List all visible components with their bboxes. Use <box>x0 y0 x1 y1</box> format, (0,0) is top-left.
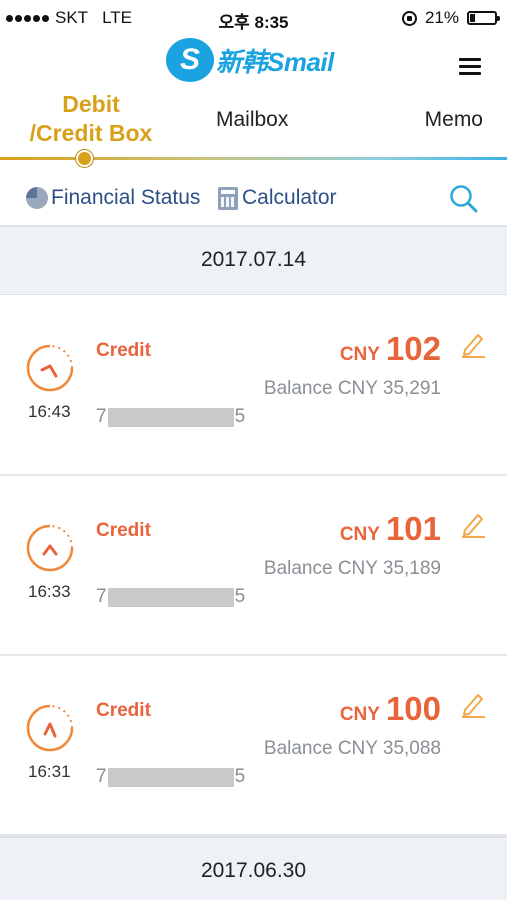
amount-currency: CNY <box>339 704 380 725</box>
battery-icon <box>467 11 500 25</box>
hamburger-icon[interactable] <box>459 58 481 76</box>
calculator-icon <box>218 186 238 210</box>
pencil-icon[interactable] <box>459 330 487 358</box>
account-mask <box>107 587 234 607</box>
tab-label-line2: /Credit Box <box>29 120 153 146</box>
tab-memo[interactable]: Memo <box>425 108 483 132</box>
calculator-button[interactable]: Calculator <box>218 186 337 210</box>
amount-value: 102 <box>385 330 441 367</box>
amount-currency: CNY <box>339 524 380 545</box>
balance-text: Balance CNY 35,189 <box>263 558 441 579</box>
transaction-type: Credit <box>96 700 151 721</box>
account-prefix: 7 <box>96 586 107 607</box>
logo-mark: S <box>166 38 214 82</box>
account-number: 7 5 <box>96 766 245 788</box>
transaction-item[interactable]: 16:43 Credit CNY 102 Balance CNY 35,291 … <box>0 296 507 476</box>
app-logo: S 新韩Smail <box>166 36 334 84</box>
battery-percent: 21% <box>424 8 459 27</box>
main-tabs: Debit /Credit Box Mailbox Memo <box>0 88 507 167</box>
account-mask <box>107 767 234 787</box>
transaction-amount: CNY 102 <box>340 330 441 368</box>
clock-icon <box>24 342 76 394</box>
amount-value: 100 <box>385 690 441 727</box>
pencil-icon[interactable] <box>459 510 487 538</box>
transaction-time: 16:33 <box>28 582 71 601</box>
account-mask <box>107 407 234 427</box>
transaction-amount: CNY 101 <box>340 510 441 548</box>
transaction-time: 16:43 <box>28 402 71 421</box>
app-header: S 新韩Smail <box>0 36 507 88</box>
date-header: 2017.07.14 <box>0 225 507 295</box>
financial-status-label: Financial Status <box>51 186 201 209</box>
transaction-item[interactable]: 16:31 Credit CNY 100 Balance CNY 35,088 … <box>0 656 507 836</box>
tab-mailbox[interactable]: Mailbox <box>216 108 288 132</box>
tab-debit-credit-box[interactable]: Debit /Credit Box <box>16 90 166 148</box>
financial-status-button[interactable]: Financial Status <box>26 186 200 210</box>
calculator-label: Calculator <box>242 186 337 209</box>
amount-value: 101 <box>385 510 441 547</box>
transaction-amount: CNY 100 <box>340 690 441 728</box>
account-suffix: 5 <box>234 766 246 787</box>
balance-text: Balance CNY 35,088 <box>263 738 441 759</box>
account-number: 7 5 <box>96 406 245 428</box>
transaction-type: Credit <box>96 340 151 361</box>
clock-icon <box>24 702 76 754</box>
transaction-time: 16:31 <box>28 762 71 781</box>
amount-currency: CNY <box>339 344 380 365</box>
tab-label-line1: Debit <box>62 91 120 117</box>
search-icon[interactable] <box>449 184 479 214</box>
account-suffix: 5 <box>234 406 246 427</box>
pencil-icon[interactable] <box>459 690 487 718</box>
transaction-type: Credit <box>96 520 151 541</box>
account-prefix: 7 <box>96 406 107 427</box>
logo-text: 新韩Smail <box>216 46 334 77</box>
status-bar: SKT LTE 오후 8:35 21% <box>0 0 507 36</box>
balance-text: Balance CNY 35,291 <box>263 378 441 399</box>
transaction-item[interactable]: 16:33 Credit CNY 101 Balance CNY 35,189 … <box>0 476 507 656</box>
clock-icon <box>24 522 76 574</box>
account-number: 7 5 <box>96 586 245 608</box>
account-prefix: 7 <box>96 766 107 787</box>
account-suffix: 5 <box>234 586 246 607</box>
toolbar: Financial Status Calculator <box>0 176 507 224</box>
active-tab-indicator <box>76 150 93 167</box>
status-right: 21% <box>401 8 500 28</box>
pie-chart-icon <box>26 187 48 209</box>
rotation-lock-icon <box>401 10 417 26</box>
date-header: 2017.06.30 <box>0 836 507 900</box>
